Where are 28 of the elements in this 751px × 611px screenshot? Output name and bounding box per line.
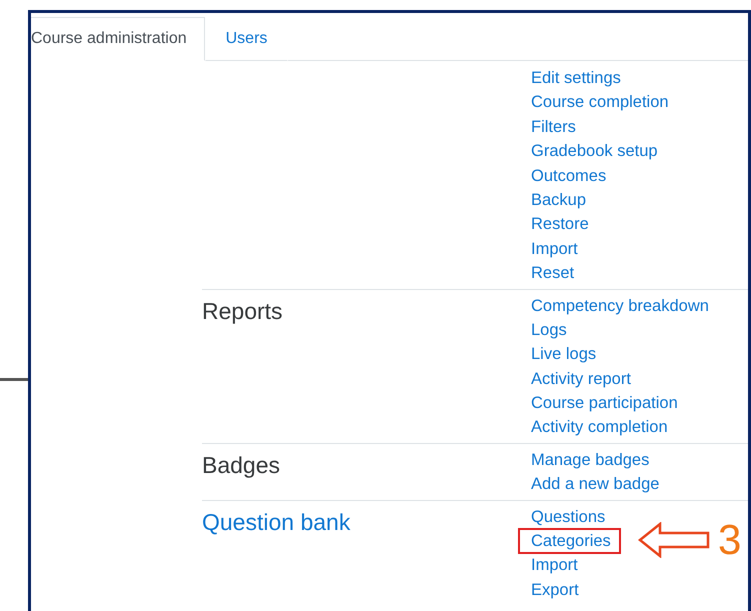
callout-arrow [638, 522, 710, 558]
menu-link[interactable]: Activity report [531, 370, 631, 388]
menu-link[interactable]: Course completion [531, 93, 669, 112]
menu-link[interactable]: Filters [531, 118, 576, 136]
menu-link[interactable]: Categories [518, 528, 621, 554]
menu-link[interactable]: Competency breakdown [531, 296, 709, 315]
tab[interactable]: Users [204, 17, 288, 61]
menu-link[interactable]: Live logs [531, 345, 596, 364]
section-heading-link[interactable]: Question bank [202, 508, 350, 535]
menu-link[interactable]: Import [531, 556, 578, 574]
menu-link[interactable]: Import [531, 240, 578, 258]
section-heading: Badges [202, 452, 280, 478]
menu-link[interactable]: Export [531, 580, 579, 599]
menu-link[interactable]: Backup [531, 190, 586, 209]
menu-link[interactable]: Activity completion [531, 418, 668, 436]
callout-number: 3 [718, 519, 742, 562]
menu-link[interactable]: Outcomes [531, 166, 606, 185]
menu-link[interactable]: Manage badges [531, 450, 650, 469]
menu-link[interactable]: Questions [531, 508, 606, 526]
menu-link[interactable]: Course participation [531, 394, 678, 412]
menu-link[interactable]: Restore [531, 215, 589, 234]
tab[interactable]: Course administration [31, 17, 205, 61]
menu-link[interactable]: Add a new badge [531, 475, 660, 494]
menu-link[interactable]: Edit settings [531, 69, 621, 87]
menu-link[interactable]: Logs [531, 320, 567, 339]
menu-link[interactable]: Reset [531, 264, 574, 282]
section-heading: Reports [202, 298, 283, 324]
menu-link[interactable]: Gradebook setup [531, 142, 658, 160]
